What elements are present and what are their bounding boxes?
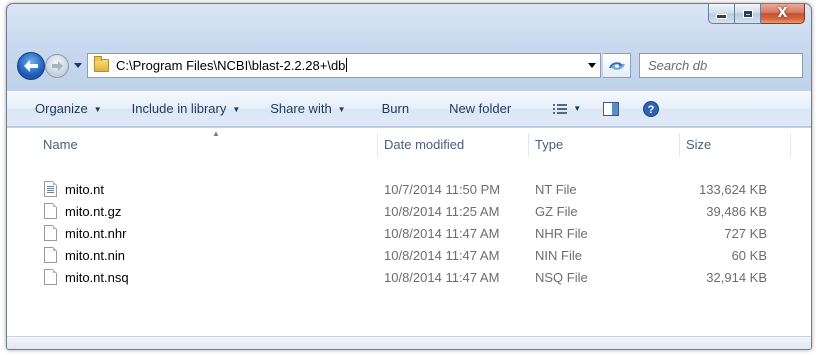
column-header-date-modified[interactable]: Date modified (378, 128, 528, 160)
minimize-icon (716, 14, 727, 19)
explorer-window: X C:\Program Files\NCBI\blast-2.2.28+\db (6, 3, 812, 350)
chevron-down-icon (588, 63, 596, 68)
burn-button[interactable]: Burn (382, 101, 409, 116)
file-icon (44, 203, 57, 219)
file-date: 10/8/2014 11:47 AM (384, 248, 500, 263)
file-size: 39,486 KB (706, 204, 767, 219)
view-options-icon (553, 103, 568, 114)
refresh-icon (608, 61, 625, 70)
column-header-name[interactable]: Name ▲ (37, 128, 377, 160)
back-button[interactable] (17, 52, 45, 80)
minimize-button[interactable] (708, 4, 735, 24)
recent-pages-dropdown[interactable] (73, 58, 83, 72)
file-row[interactable]: mito.nt.nhr 10/8/2014 11:47 AM NHR File … (7, 223, 797, 245)
share-with-menu[interactable]: Share with ▼ (270, 101, 345, 116)
column-header-size[interactable]: Size (680, 128, 790, 160)
help-icon: ? (643, 100, 660, 117)
chevron-down-icon: ▼ (573, 104, 582, 113)
file-date: 10/7/2014 11:50 PM (384, 182, 501, 197)
include-in-library-menu[interactable]: Include in library ▼ (132, 101, 241, 116)
text-caret (346, 58, 348, 72)
details-pane (7, 336, 811, 349)
file-type: NT File (535, 182, 577, 197)
chevron-down-icon: ▼ (337, 105, 346, 114)
navigation-bar: C:\Program Files\NCBI\blast-2.2.28+\db (15, 50, 811, 82)
sort-ascending-icon: ▲ (212, 129, 220, 138)
svg-text:?: ? (648, 104, 655, 116)
address-path[interactable]: C:\Program Files\NCBI\blast-2.2.28+\db (116, 58, 345, 73)
caption-buttons: X (708, 4, 805, 24)
chevron-down-icon: ▼ (93, 105, 102, 114)
file-icon (44, 225, 57, 241)
file-date: 10/8/2014 11:25 AM (384, 204, 500, 219)
file-type: NHR File (535, 226, 588, 241)
file-date: 10/8/2014 11:47 AM (384, 226, 500, 241)
file-name: mito.nt.nhr (65, 226, 127, 241)
file-size: 727 KB (724, 226, 767, 241)
file-type: NSQ File (535, 270, 588, 285)
close-icon: X (777, 6, 788, 21)
change-view-button[interactable]: ▼ (553, 103, 582, 114)
preview-pane-icon (603, 101, 620, 116)
chevron-down-icon: ▼ (232, 105, 241, 114)
file-size: 60 KB (731, 248, 767, 263)
maximize-icon (742, 9, 753, 18)
search-input[interactable] (640, 55, 811, 76)
address-dropdown[interactable] (584, 54, 600, 77)
file-name: mito.nt.nsq (65, 270, 129, 285)
new-folder-button[interactable]: New folder (449, 101, 511, 116)
file-date: 10/8/2014 11:47 AM (384, 270, 500, 285)
file-icon (44, 269, 57, 285)
file-row[interactable]: mito.nt 10/7/2014 11:50 PM NT File 133,6… (7, 179, 797, 201)
column-divider[interactable] (790, 133, 791, 157)
file-name: mito.nt (65, 182, 105, 197)
file-type: NIN File (535, 248, 582, 263)
file-name: mito.nt.nin (65, 248, 125, 263)
file-row[interactable]: mito.nt.nin 10/8/2014 11:47 AM NIN File … (7, 245, 797, 267)
file-icon (44, 247, 57, 263)
forward-arrow-icon (51, 61, 63, 71)
file-size: 32,914 KB (706, 270, 767, 285)
close-button[interactable]: X (761, 4, 805, 24)
column-header-type[interactable]: Type (529, 128, 679, 160)
command-bar: Organize ▼ Include in library ▼ Share with… (7, 90, 811, 127)
file-size: 133,624 KB (699, 182, 767, 197)
search-box[interactable] (639, 53, 811, 78)
maximize-button[interactable] (735, 4, 761, 24)
file-list: Name ▲ Date modified Type Size mito.nt 1… (7, 128, 811, 338)
folder-icon (94, 56, 109, 72)
address-bar[interactable]: C:\Program Files\NCBI\blast-2.2.28+\db (87, 53, 601, 78)
back-arrow-icon (24, 60, 38, 72)
help-button[interactable]: ? (643, 100, 660, 117)
text-file-icon (44, 181, 57, 197)
preview-pane-button[interactable] (603, 101, 620, 116)
file-row[interactable]: mito.nt.gz 10/8/2014 11:25 AM GZ File 39… (7, 201, 797, 223)
file-type: GZ File (535, 204, 578, 219)
file-name: mito.nt.gz (65, 204, 122, 219)
forward-button[interactable] (45, 54, 69, 78)
refresh-button[interactable] (603, 53, 631, 78)
organize-menu[interactable]: Organize ▼ (35, 101, 102, 116)
chevron-down-icon (74, 62, 82, 68)
file-row[interactable]: mito.nt.nsq 10/8/2014 11:47 AM NSQ File … (7, 267, 797, 289)
